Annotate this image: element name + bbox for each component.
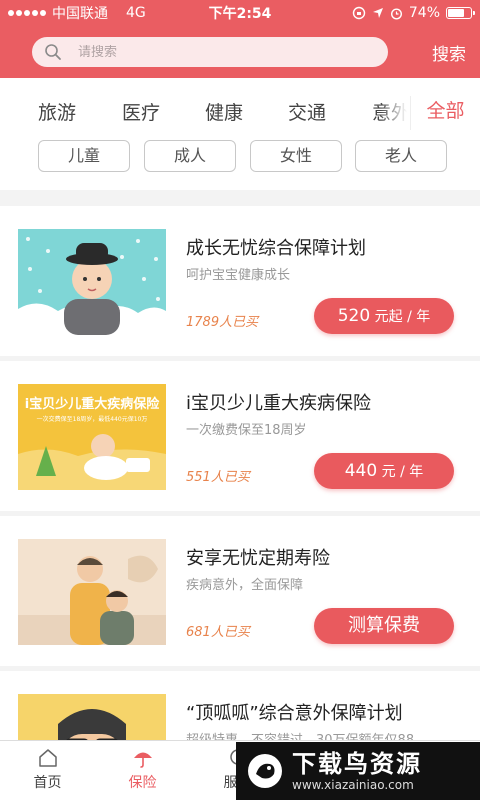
category-area: 旅游 医疗 健康 交通 意外 全部 儿童 成人 女性 老人 xyxy=(0,78,480,190)
battery-percent: 74% xyxy=(408,5,440,21)
status-bar: 中国联通 4G 下午2:54 74% xyxy=(0,0,480,26)
baby-photo-image xyxy=(18,229,166,335)
nav-home[interactable]: 首页 xyxy=(0,741,95,800)
filter-seniors[interactable]: 老人 xyxy=(355,140,447,172)
alarm-icon xyxy=(390,7,402,20)
tabs-fade xyxy=(380,78,410,140)
price-value: 440 xyxy=(344,461,378,481)
product-title: i宝贝少儿重大疾病保险 xyxy=(186,393,371,414)
search-icon xyxy=(45,44,61,60)
product-subtitle: 疾病意外，全面保障 xyxy=(186,578,304,593)
status-right: 74% xyxy=(352,5,475,21)
filter-adults[interactable]: 成人 xyxy=(144,140,236,172)
tab-all[interactable]: 全部 xyxy=(410,96,480,130)
tab-health[interactable]: 健康 xyxy=(205,98,243,125)
banner-title: i宝贝少儿重大疾病保险 xyxy=(25,396,160,412)
carrier-name: 中国联通 xyxy=(52,6,108,22)
rotation-lock-icon xyxy=(352,6,366,20)
signal-strength-icon xyxy=(8,10,46,16)
network-type: 4G xyxy=(126,5,146,21)
search-row: 搜索 xyxy=(0,26,480,78)
product-subtitle: 一次缴费保至18周岁 xyxy=(186,423,307,438)
product-card[interactable]: 安享无忧定期寿险 疾病意外，全面保障 681人已买 测算保费 xyxy=(0,516,480,666)
battery-fill xyxy=(448,9,465,17)
watermark-title: 下载鸟资源 xyxy=(292,750,422,778)
home-icon xyxy=(38,749,57,767)
estimate-premium-button[interactable]: 测算保费 xyxy=(314,608,454,644)
tab-traffic[interactable]: 交通 xyxy=(288,98,326,125)
watermark-url: www.xiazainiao.com xyxy=(292,778,414,792)
filter-women[interactable]: 女性 xyxy=(250,140,342,172)
umbrella-icon xyxy=(133,752,152,768)
app-header: 中国联通 4G 下午2:54 74% 请搜索 搜索 xyxy=(0,0,480,78)
nav-insurance-label: 保险 xyxy=(128,775,157,791)
couple-photo-image xyxy=(18,539,166,645)
tab-medical[interactable]: 医疗 xyxy=(122,98,160,125)
product-title: “顶呱呱”综合意外保障计划 xyxy=(186,703,403,724)
status-left: 中国联通 4G xyxy=(8,3,146,23)
price-value: 520 xyxy=(337,306,371,326)
bird-logo-icon xyxy=(248,754,282,788)
battery-icon xyxy=(446,7,475,19)
price-unit: 元 / 年 xyxy=(377,464,424,480)
location-arrow-icon xyxy=(372,8,383,18)
product-card[interactable]: i宝贝少儿重大疾病保险 一次交费保至18周岁，最低440元保10万 i宝贝少儿重… xyxy=(0,361,480,511)
banner-subtitle: 一次交费保至18周岁，最低440元保10万 xyxy=(37,415,148,423)
search-input[interactable] xyxy=(78,44,358,60)
filter-row: 儿童 成人 女性 老人 xyxy=(0,140,480,190)
price-button[interactable]: 520 元起 / 年 xyxy=(314,298,454,334)
price-button[interactable]: 440 元 / 年 xyxy=(314,453,454,489)
search-box[interactable] xyxy=(32,37,388,67)
watermark-banner: 下载鸟资源 www.xiazainiao.com xyxy=(236,742,480,800)
product-sold-count: 551人已买 xyxy=(186,470,250,485)
product-title: 安享无忧定期寿险 xyxy=(186,548,330,569)
child-insurance-banner-image: i宝贝少儿重大疾病保险 一次交费保至18周岁，最低440元保10万 xyxy=(18,384,166,490)
product-title: 成长无忧综合保障计划 xyxy=(186,238,366,259)
nav-insurance[interactable]: 保险 xyxy=(95,741,190,800)
product-subtitle: 呵护宝宝健康成长 xyxy=(186,268,291,283)
category-tabs: 旅游 医疗 健康 交通 意外 全部 xyxy=(0,78,480,140)
price-unit: 元起 / 年 xyxy=(370,309,431,325)
product-sold-count: 1789人已买 xyxy=(186,315,259,330)
watermark-text: 下载鸟资源 www.xiazainiao.com xyxy=(292,750,422,792)
filter-children[interactable]: 儿童 xyxy=(38,140,130,172)
product-sold-count: 681人已买 xyxy=(186,625,250,640)
tab-travel[interactable]: 旅游 xyxy=(38,98,76,125)
price-value: 测算保费 xyxy=(348,615,420,636)
search-button[interactable]: 搜索 xyxy=(432,40,466,65)
product-card[interactable]: 成长无忧综合保障计划 呵护宝宝健康成长 1789人已买 520 元起 / 年 xyxy=(0,206,480,356)
nav-home-label: 首页 xyxy=(33,775,62,791)
